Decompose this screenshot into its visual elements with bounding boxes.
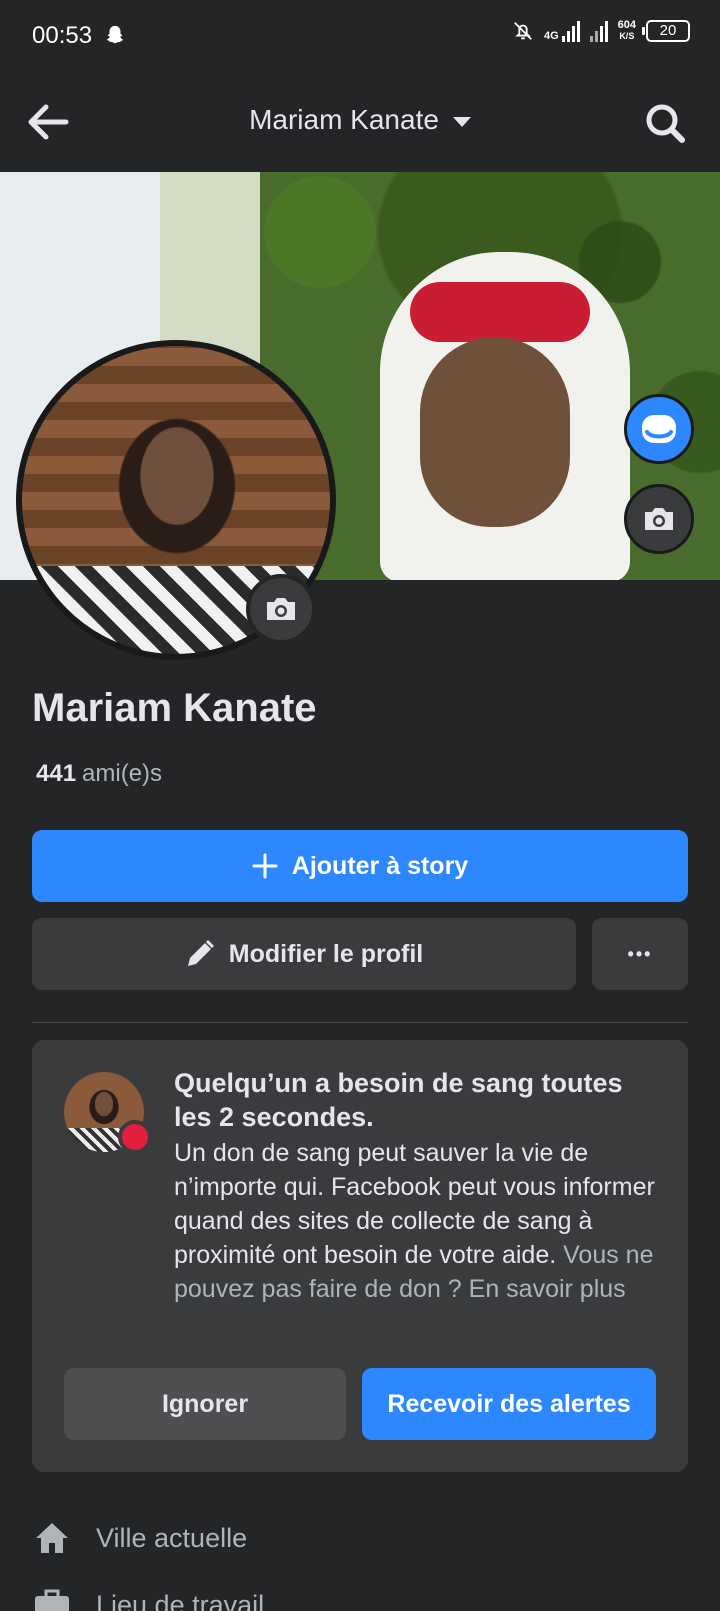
header-title: Mariam Kanate: [249, 104, 439, 135]
caret-down-icon: [452, 116, 471, 127]
cover-headband: [410, 282, 590, 342]
avatar-icon: [642, 415, 676, 443]
more-options-button[interactable]: •••: [592, 918, 688, 990]
status-bar: 00:53 4G 604 K/S 20: [0, 0, 720, 74]
snapchat-ghost-icon: [106, 25, 124, 44]
detail-label: Lieu de travail: [96, 1589, 265, 1611]
battery-indicator: 20: [642, 20, 690, 42]
signal-bars-icon: [561, 20, 580, 42]
edit-profile-label: Modifier le profil: [228, 939, 424, 968]
blood-donation-card: Quelqu’un a besoin de sang toutes les 2 …: [32, 1040, 688, 1472]
edit-profile-button[interactable]: Modifier le profil: [32, 918, 576, 990]
detail-workplace[interactable]: Lieu de travail: [32, 1585, 264, 1611]
cover-camera-button[interactable]: [624, 484, 694, 554]
mobile-signal: 4G: [544, 20, 580, 42]
bell-off-icon: [514, 22, 532, 40]
blood-drop-badge-icon: [118, 1120, 152, 1154]
add-to-story-button[interactable]: Ajouter à story: [32, 830, 688, 902]
profile-name: Mariam Kanate: [32, 686, 317, 730]
card-title: Quelqu’un a besoin de sang toutes les 2 …: [174, 1068, 623, 1132]
top-app-bar: Mariam Kanate: [0, 74, 720, 170]
section-divider: [32, 1022, 688, 1023]
speed-unit: K/S: [619, 31, 635, 41]
friends-count-link[interactable]: 441 ami(e)s: [36, 760, 162, 788]
detail-current-city[interactable]: Ville actuelle: [32, 1518, 247, 1558]
ignore-button[interactable]: Ignorer: [64, 1368, 346, 1440]
camera-icon: [267, 598, 295, 620]
profile-switcher[interactable]: Mariam Kanate: [0, 104, 720, 136]
home-icon: [32, 1518, 72, 1558]
briefcase-icon: [32, 1585, 72, 1611]
friends-count: 441: [36, 760, 77, 787]
receive-alerts-button[interactable]: Recevoir des alertes: [362, 1368, 656, 1440]
network-speed: 604 K/S: [618, 20, 636, 42]
plus-icon: [252, 853, 278, 879]
network-type: 4G: [543, 30, 559, 42]
avatar-button[interactable]: [624, 394, 694, 464]
pencil-icon: [185, 939, 215, 969]
more-icon: •••: [627, 943, 653, 964]
add-to-story-label: Ajouter à story: [291, 851, 469, 880]
detail-label: Ville actuelle: [96, 1522, 248, 1553]
friends-label: ami(e)s: [82, 760, 163, 787]
cover-face: [420, 337, 570, 527]
profile-camera-button[interactable]: [246, 574, 316, 644]
speed-value: 604: [617, 19, 636, 31]
status-time: 00:53: [32, 22, 93, 49]
signal-bars-2-icon: [589, 20, 608, 42]
search-icon[interactable]: [644, 102, 686, 144]
status-indicators: 4G 604 K/S 20: [512, 20, 690, 42]
card-body: Un don de sang peut sauver la vie de n’i…: [174, 1136, 664, 1306]
camera-icon: [645, 508, 673, 530]
